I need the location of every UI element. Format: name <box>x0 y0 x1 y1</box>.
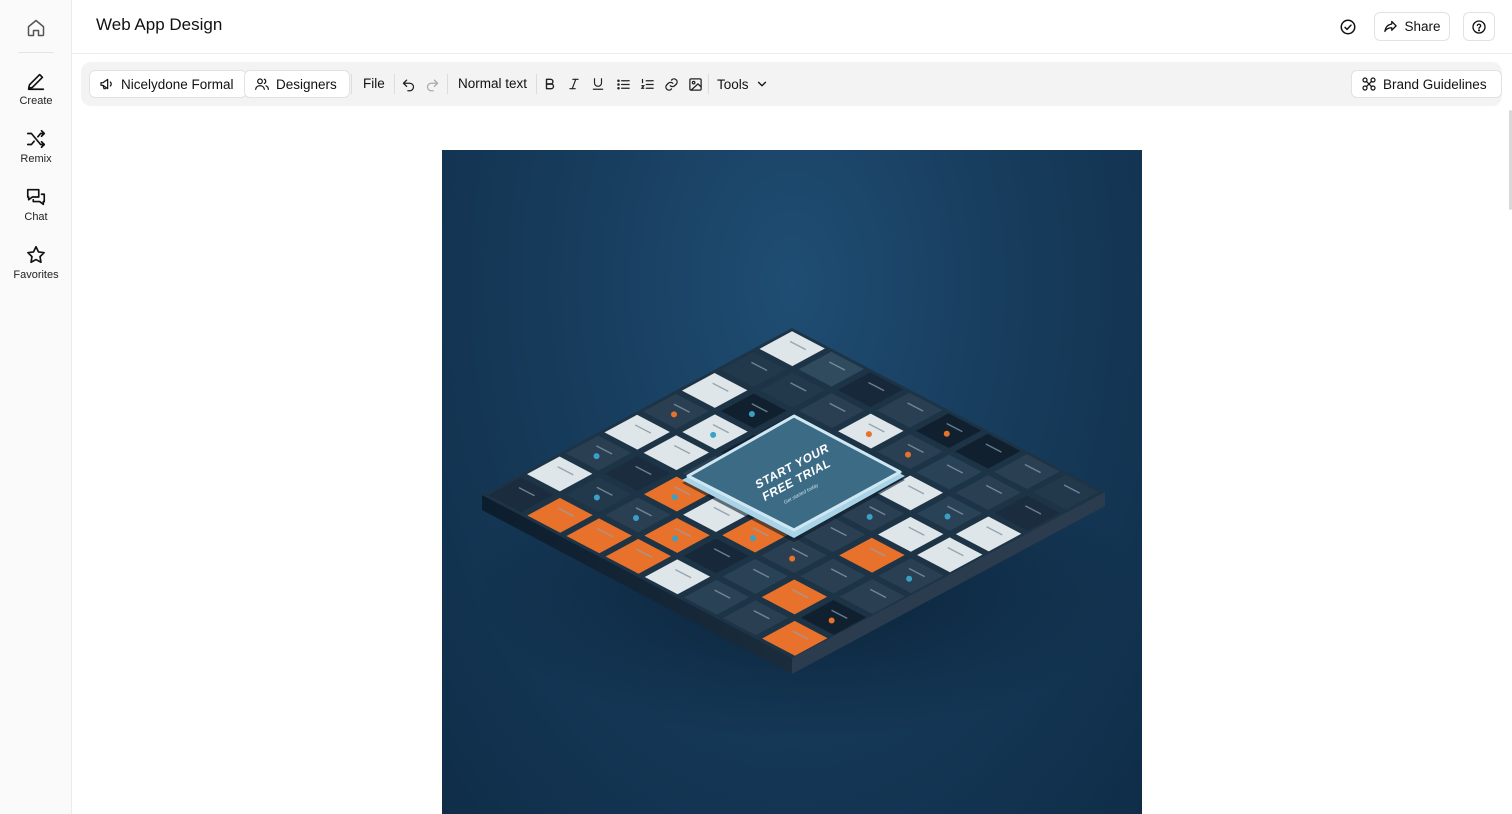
editor-toolbar: Nicelydone Formal Designers File Normal … <box>81 62 1502 106</box>
share-label: Share <box>1404 19 1441 34</box>
check-circle-icon <box>1340 19 1356 35</box>
bold-button[interactable] <box>540 74 560 94</box>
image-icon <box>688 77 702 91</box>
left-rail: Create Remix Chat Favorites <box>0 0 72 814</box>
pen-icon <box>27 73 45 91</box>
numbered-list-icon <box>640 78 654 89</box>
ui-tile-accent-dot <box>593 453 600 460</box>
megaphone-icon <box>100 78 112 90</box>
ui-tile-accent-dot <box>671 494 678 501</box>
bullet-list-icon <box>616 79 630 89</box>
file-menu[interactable]: File <box>363 76 385 91</box>
rail-item-remix[interactable]: Remix <box>0 128 72 180</box>
toolbar-divider <box>394 74 395 94</box>
ui-tile-accent-dot <box>944 513 951 520</box>
chat-bubbles-icon <box>26 188 46 206</box>
ui-tile-accent-dot <box>906 575 913 582</box>
toolbar-divider <box>447 74 448 94</box>
ui-tile-accent-dot <box>905 451 912 458</box>
rail-item-create[interactable]: Create <box>0 70 72 122</box>
italic-button[interactable] <box>564 74 584 94</box>
ui-tile-accent-dot <box>828 617 835 624</box>
ui-tile-accent-dot <box>671 411 678 418</box>
share-arrow-icon <box>1384 20 1398 33</box>
toolbar-divider <box>351 74 352 94</box>
rail-item-favorites[interactable]: Favorites <box>0 244 72 296</box>
rail-label-remix: Remix <box>20 153 52 165</box>
numbered-list-button[interactable] <box>637 74 657 94</box>
app-window: Create Remix Chat Favorites Web App Desi… <box>0 0 1512 814</box>
design-canvas-image[interactable]: START YOUR FREE TRIAL Get started today <box>442 150 1142 814</box>
ui-tile-accent-dot <box>866 513 873 520</box>
help-circle-icon <box>1472 19 1486 34</box>
ui-tile-accent-dot <box>750 535 757 542</box>
undo-icon <box>402 79 414 91</box>
text-style-dropdown[interactable]: Normal text <box>458 76 527 91</box>
tools-dropdown[interactable]: Tools <box>717 74 769 94</box>
toolbar-divider <box>536 74 537 94</box>
audience-label: Designers <box>276 76 337 92</box>
star-icon <box>27 245 45 264</box>
ui-tile-accent-dot <box>943 430 950 437</box>
brand-knot-icon <box>1362 77 1376 91</box>
redo-button[interactable] <box>422 74 442 94</box>
tools-label: Tools <box>717 76 749 92</box>
rail-item-chat[interactable]: Chat <box>0 186 72 238</box>
chevron-down-icon <box>757 81 766 87</box>
home-button[interactable] <box>18 10 54 46</box>
users-icon <box>255 78 269 90</box>
ui-tile-accent-dot <box>748 411 755 418</box>
ui-tile-accent-dot <box>593 494 600 501</box>
document-title[interactable]: Web App Design <box>96 15 222 35</box>
audience-selector[interactable]: Designers <box>244 70 350 98</box>
brand-voice-selector[interactable]: Nicelydone Formal <box>89 70 247 98</box>
underline-button[interactable] <box>588 74 608 94</box>
share-button[interactable]: Share <box>1374 12 1450 41</box>
underline-icon <box>592 78 604 90</box>
bold-icon <box>545 78 555 90</box>
ui-tile-accent-dot <box>865 431 872 438</box>
ui-tile-accent-dot <box>633 515 640 522</box>
rail-label-chat: Chat <box>24 211 48 223</box>
bullet-list-button[interactable] <box>613 74 633 94</box>
ui-tile-accent-dot <box>710 431 717 438</box>
top-header: Web App Design Share <box>72 0 1512 54</box>
redo-icon <box>426 79 438 91</box>
italic-icon <box>569 78 579 90</box>
undo-button[interactable] <box>398 74 418 94</box>
help-button[interactable] <box>1463 12 1495 41</box>
brand-guidelines-label: Brand Guidelines <box>1383 76 1487 92</box>
rail-label-create: Create <box>19 95 53 107</box>
brand-voice-label: Nicelydone Formal <box>121 76 234 92</box>
toolbar-divider <box>708 74 709 94</box>
ui-tile-accent-dot <box>789 555 796 562</box>
home-icon <box>27 19 45 37</box>
rail-label-favorites: Favorites <box>13 269 59 281</box>
shuffle-icon <box>26 129 46 149</box>
brand-guidelines-button[interactable]: Brand Guidelines <box>1351 70 1502 98</box>
rail-divider <box>18 52 54 53</box>
ui-tile-accent-dot <box>633 556 640 563</box>
ui-tile-accent-dot <box>672 535 679 542</box>
insert-image-button[interactable] <box>685 74 705 94</box>
save-status-button[interactable] <box>1334 14 1362 40</box>
link-button[interactable] <box>661 74 681 94</box>
isometric-ui-mosaic-illustration: START YOUR FREE TRIAL Get started today <box>472 328 1132 740</box>
link-icon <box>664 77 678 91</box>
